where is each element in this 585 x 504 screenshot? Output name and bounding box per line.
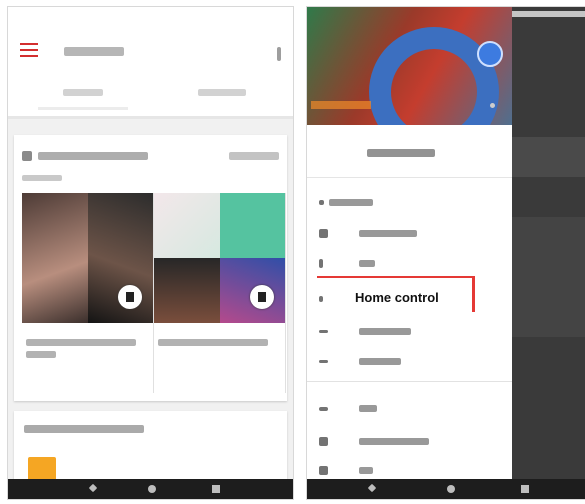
home-nav-icon[interactable] <box>447 485 455 493</box>
discover-feed <box>8 119 293 499</box>
drawer-header-image <box>307 7 512 125</box>
header-artwork <box>311 101 371 109</box>
recents-icon[interactable] <box>212 485 220 493</box>
drawer-item-4[interactable] <box>307 316 512 346</box>
play-icon[interactable] <box>250 285 274 309</box>
drawer-item-label <box>359 438 429 445</box>
devices-icon <box>319 437 328 446</box>
drawer-item-8[interactable] <box>307 455 512 481</box>
offers-icon <box>319 360 328 363</box>
music-icon <box>319 330 328 333</box>
app-title <box>64 47 124 56</box>
tab-browse[interactable] <box>198 89 246 96</box>
drawer-item-6[interactable] <box>307 393 512 423</box>
drawer-divider <box>307 381 512 382</box>
drawer-item-label <box>359 405 377 412</box>
drawer-item-2[interactable] <box>307 248 512 278</box>
wifi-icon <box>319 407 328 411</box>
google-home-discover-screen <box>7 6 294 500</box>
section-icon <box>319 200 324 205</box>
album-tile[interactable] <box>154 193 286 393</box>
drawer-item-label <box>359 328 411 335</box>
play-icon[interactable] <box>118 285 142 309</box>
album-tiles <box>22 193 286 393</box>
drawer-section-header <box>307 187 512 217</box>
card-title <box>24 425 144 433</box>
tab-discover[interactable] <box>63 89 103 96</box>
section-label <box>329 199 373 206</box>
album-art <box>22 193 88 323</box>
info-icon <box>319 259 323 268</box>
card-icon <box>22 151 32 161</box>
album-art <box>154 193 220 258</box>
account-row[interactable] <box>307 125 512 178</box>
avatar[interactable] <box>477 41 503 67</box>
system-nav-bar <box>8 479 293 499</box>
feed-fragment <box>512 137 585 177</box>
drawer-item-label <box>359 467 373 474</box>
more-icon[interactable] <box>277 47 281 61</box>
album-tile[interactable] <box>22 193 154 393</box>
system-nav-bar <box>307 479 585 499</box>
back-icon[interactable] <box>88 483 98 493</box>
tile-caption-line2 <box>26 351 56 358</box>
album-art <box>154 258 220 323</box>
drawer-item-1[interactable] <box>307 218 512 248</box>
tile-caption <box>158 339 268 346</box>
home-nav-icon[interactable] <box>148 485 156 493</box>
back-icon[interactable] <box>367 483 377 493</box>
tab-indicator <box>38 107 128 110</box>
drawer-item-label <box>359 230 417 237</box>
navigation-drawer: Home control <box>307 7 512 481</box>
home-icon <box>319 229 328 238</box>
card-action-link[interactable] <box>229 152 279 160</box>
media-card <box>14 135 287 401</box>
recents-icon[interactable] <box>521 485 529 493</box>
album-art <box>220 193 285 258</box>
drawer-item-7[interactable] <box>307 426 512 456</box>
header-artwork <box>369 27 499 125</box>
tile-caption <box>26 339 136 346</box>
drawer-item-5[interactable] <box>307 346 512 376</box>
google-home-drawer-screen: Home control <box>306 6 585 500</box>
highlight-outline <box>317 276 475 312</box>
card-subtitle <box>22 175 62 181</box>
drawer-item-label <box>359 358 401 365</box>
card-title <box>38 152 148 160</box>
feed-fragment <box>512 217 585 337</box>
hamburger-icon[interactable] <box>20 43 38 59</box>
app-header <box>8 7 293 119</box>
drawer-item-label <box>359 260 375 267</box>
account-switch-icon[interactable] <box>490 103 495 108</box>
account-name <box>367 149 435 157</box>
video-icon <box>319 466 328 475</box>
